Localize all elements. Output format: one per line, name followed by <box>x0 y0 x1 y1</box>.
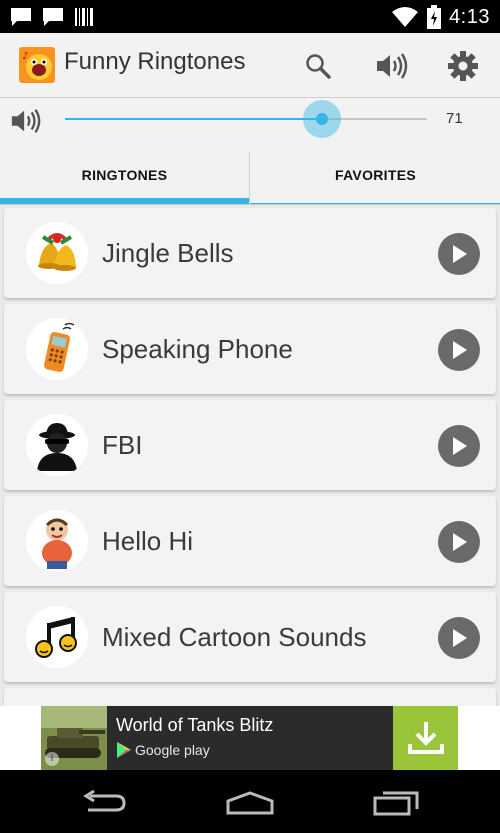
volume-value: 71 <box>446 110 463 127</box>
volume-icon <box>377 53 408 79</box>
tab-favorites[interactable]: FAVORITES <box>251 150 500 200</box>
search-button[interactable] <box>298 46 338 86</box>
play-button[interactable] <box>438 521 480 563</box>
status-time: 4:13 <box>449 5 490 28</box>
phone-icon <box>26 318 88 380</box>
tank-icon: i <box>41 706 107 770</box>
play-icon <box>453 437 467 455</box>
tab-ringtones[interactable]: RINGTONES <box>0 150 249 200</box>
volume-button[interactable] <box>372 46 412 86</box>
search-icon <box>306 54 331 79</box>
music-note-icon <box>26 606 88 668</box>
ringtone-title: Jingle Bells <box>102 238 234 268</box>
list-item[interactable]: Speaking Phone <box>4 304 496 394</box>
ad-subtitle: Google play <box>135 742 210 758</box>
ad-title: World of Tanks Blitz <box>116 715 274 735</box>
home-button[interactable] <box>220 783 280 823</box>
list-item[interactable]: FBI <box>4 400 496 490</box>
list-item-partial[interactable] <box>4 688 496 706</box>
ringtone-title: Hello Hi <box>102 526 194 556</box>
play-icon <box>453 341 467 359</box>
volume-slider[interactable] <box>65 100 427 138</box>
chat-icon <box>11 8 31 26</box>
volume-slider-thumb[interactable] <box>316 113 328 125</box>
recents-icon <box>373 791 419 816</box>
svg-text:♪: ♪ <box>22 51 28 62</box>
tab-divider <box>249 152 250 202</box>
home-icon <box>226 791 274 815</box>
volume-icon <box>10 107 42 135</box>
status-system: 4:13 <box>391 3 490 31</box>
list-item[interactable]: Hello Hi <box>4 496 496 586</box>
page-title: Funny Ringtones <box>64 48 246 75</box>
play-icon <box>453 629 467 647</box>
play-icon <box>453 533 467 551</box>
back-icon <box>83 790 126 812</box>
ad-download-button[interactable] <box>393 706 458 770</box>
recents-button[interactable] <box>366 783 426 823</box>
download-icon <box>407 722 444 754</box>
ad-banner[interactable]: i World of Tanks Blitz Google play <box>41 706 458 770</box>
battery-icon <box>427 5 442 29</box>
chat-icon <box>43 8 63 26</box>
volume-slider-fill <box>65 118 322 120</box>
list-item[interactable]: Jingle Bells <box>4 208 496 298</box>
status-notifications <box>10 6 94 28</box>
settings-button[interactable] <box>443 46 483 86</box>
play-button[interactable] <box>438 233 480 275</box>
app-logo-icon: ♪ <box>19 47 55 83</box>
play-button[interactable] <box>438 329 480 371</box>
play-icon <box>453 245 467 263</box>
volume-row <box>0 98 500 150</box>
play-button[interactable] <box>438 617 480 659</box>
cartoon-character-icon <box>26 510 88 572</box>
settings-icon <box>448 51 478 81</box>
agent-icon <box>26 414 88 476</box>
google-play-icon <box>117 742 131 758</box>
ad-info-icon[interactable]: i <box>45 752 59 766</box>
ringtone-title: Speaking Phone <box>102 334 293 364</box>
ringtone-title: FBI <box>102 430 143 460</box>
ringtone-title: Mixed Cartoon Sounds <box>102 622 367 652</box>
ringtone-list[interactable]: Jingle Bells Speaking Phone FBI Hello Hi… <box>0 204 500 706</box>
play-button[interactable] <box>438 425 480 467</box>
bells-icon <box>26 222 88 284</box>
wifi-icon <box>392 7 419 27</box>
barcode-icon <box>75 8 93 26</box>
list-item[interactable]: Mixed Cartoon Sounds <box>4 592 496 682</box>
back-button[interactable] <box>74 783 134 823</box>
